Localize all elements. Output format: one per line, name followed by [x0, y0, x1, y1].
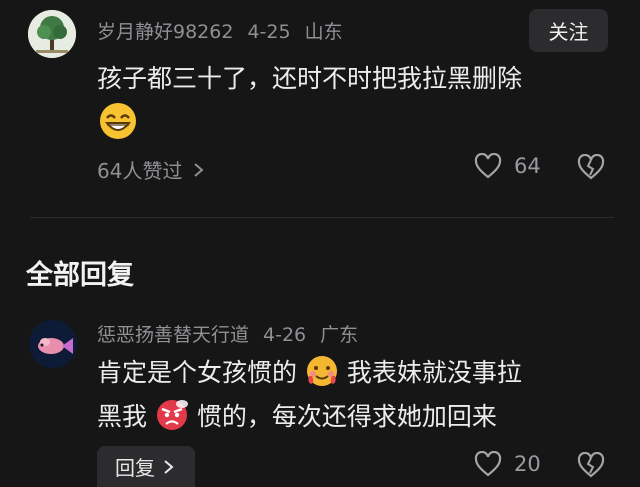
username[interactable]: 岁月静好98262	[97, 21, 233, 43]
like-button[interactable]: 20	[474, 451, 541, 477]
reply-text-line2: 黑我 惯的，每次还得求她加回来	[97, 394, 497, 440]
avatar[interactable]	[28, 10, 76, 58]
smiling-tear-emoji	[305, 354, 339, 388]
tree-icon	[28, 10, 76, 58]
comment-location: 山东	[304, 21, 343, 43]
dislike-button[interactable]	[577, 153, 605, 184]
comment-date: 4-25	[247, 21, 291, 43]
follow-button[interactable]: 关注	[529, 9, 608, 52]
like-count: 64	[514, 154, 541, 178]
likers-link[interactable]: 64人赞过	[97, 155, 208, 184]
comment-text-line: 孩子都三十了，还时不时把我拉黑删除	[97, 64, 523, 93]
chevron-right-icon	[164, 459, 174, 474]
reply-text: 我表妹就没事拉	[346, 358, 522, 387]
angry-emoji	[155, 398, 189, 432]
grin-emoji	[98, 101, 138, 145]
dislike-button[interactable]	[577, 451, 605, 482]
reply-text-line1: 肯定是个女孩惯的 我表妹就没事拉	[97, 350, 522, 396]
reply-date: 4-26	[263, 324, 307, 346]
username[interactable]: 惩恶扬善替天行道	[97, 324, 249, 346]
comment-text: 孩子都三十了，还时不时把我拉黑删除	[97, 56, 522, 102]
fish-icon	[29, 320, 77, 368]
heart-icon	[474, 153, 502, 179]
reply-button-label: 回复	[115, 456, 155, 480]
like-count: 20	[514, 452, 541, 476]
heart-icon	[474, 451, 502, 477]
comment-meta: 岁月静好98262 4-25 山东	[97, 17, 357, 44]
likers-text: 64人赞过	[97, 159, 183, 183]
broken-heart-icon	[577, 451, 605, 478]
like-button[interactable]: 64	[474, 153, 541, 179]
avatar[interactable]	[29, 320, 77, 368]
reply-button[interactable]: 回复	[97, 446, 195, 487]
reply-text: 肯定是个女孩惯的	[97, 358, 298, 387]
section-title: 全部回复	[26, 260, 134, 291]
broken-heart-icon	[577, 153, 605, 180]
reply-meta: 惩恶扬善替天行道 4-26 广东	[97, 320, 372, 347]
chevron-right-icon	[194, 162, 204, 177]
reply-location: 广东	[320, 324, 359, 346]
reply-text: 黑我	[97, 402, 148, 431]
divider	[30, 217, 614, 218]
reply-text: 惯的，每次还得求她加回来	[196, 402, 497, 431]
